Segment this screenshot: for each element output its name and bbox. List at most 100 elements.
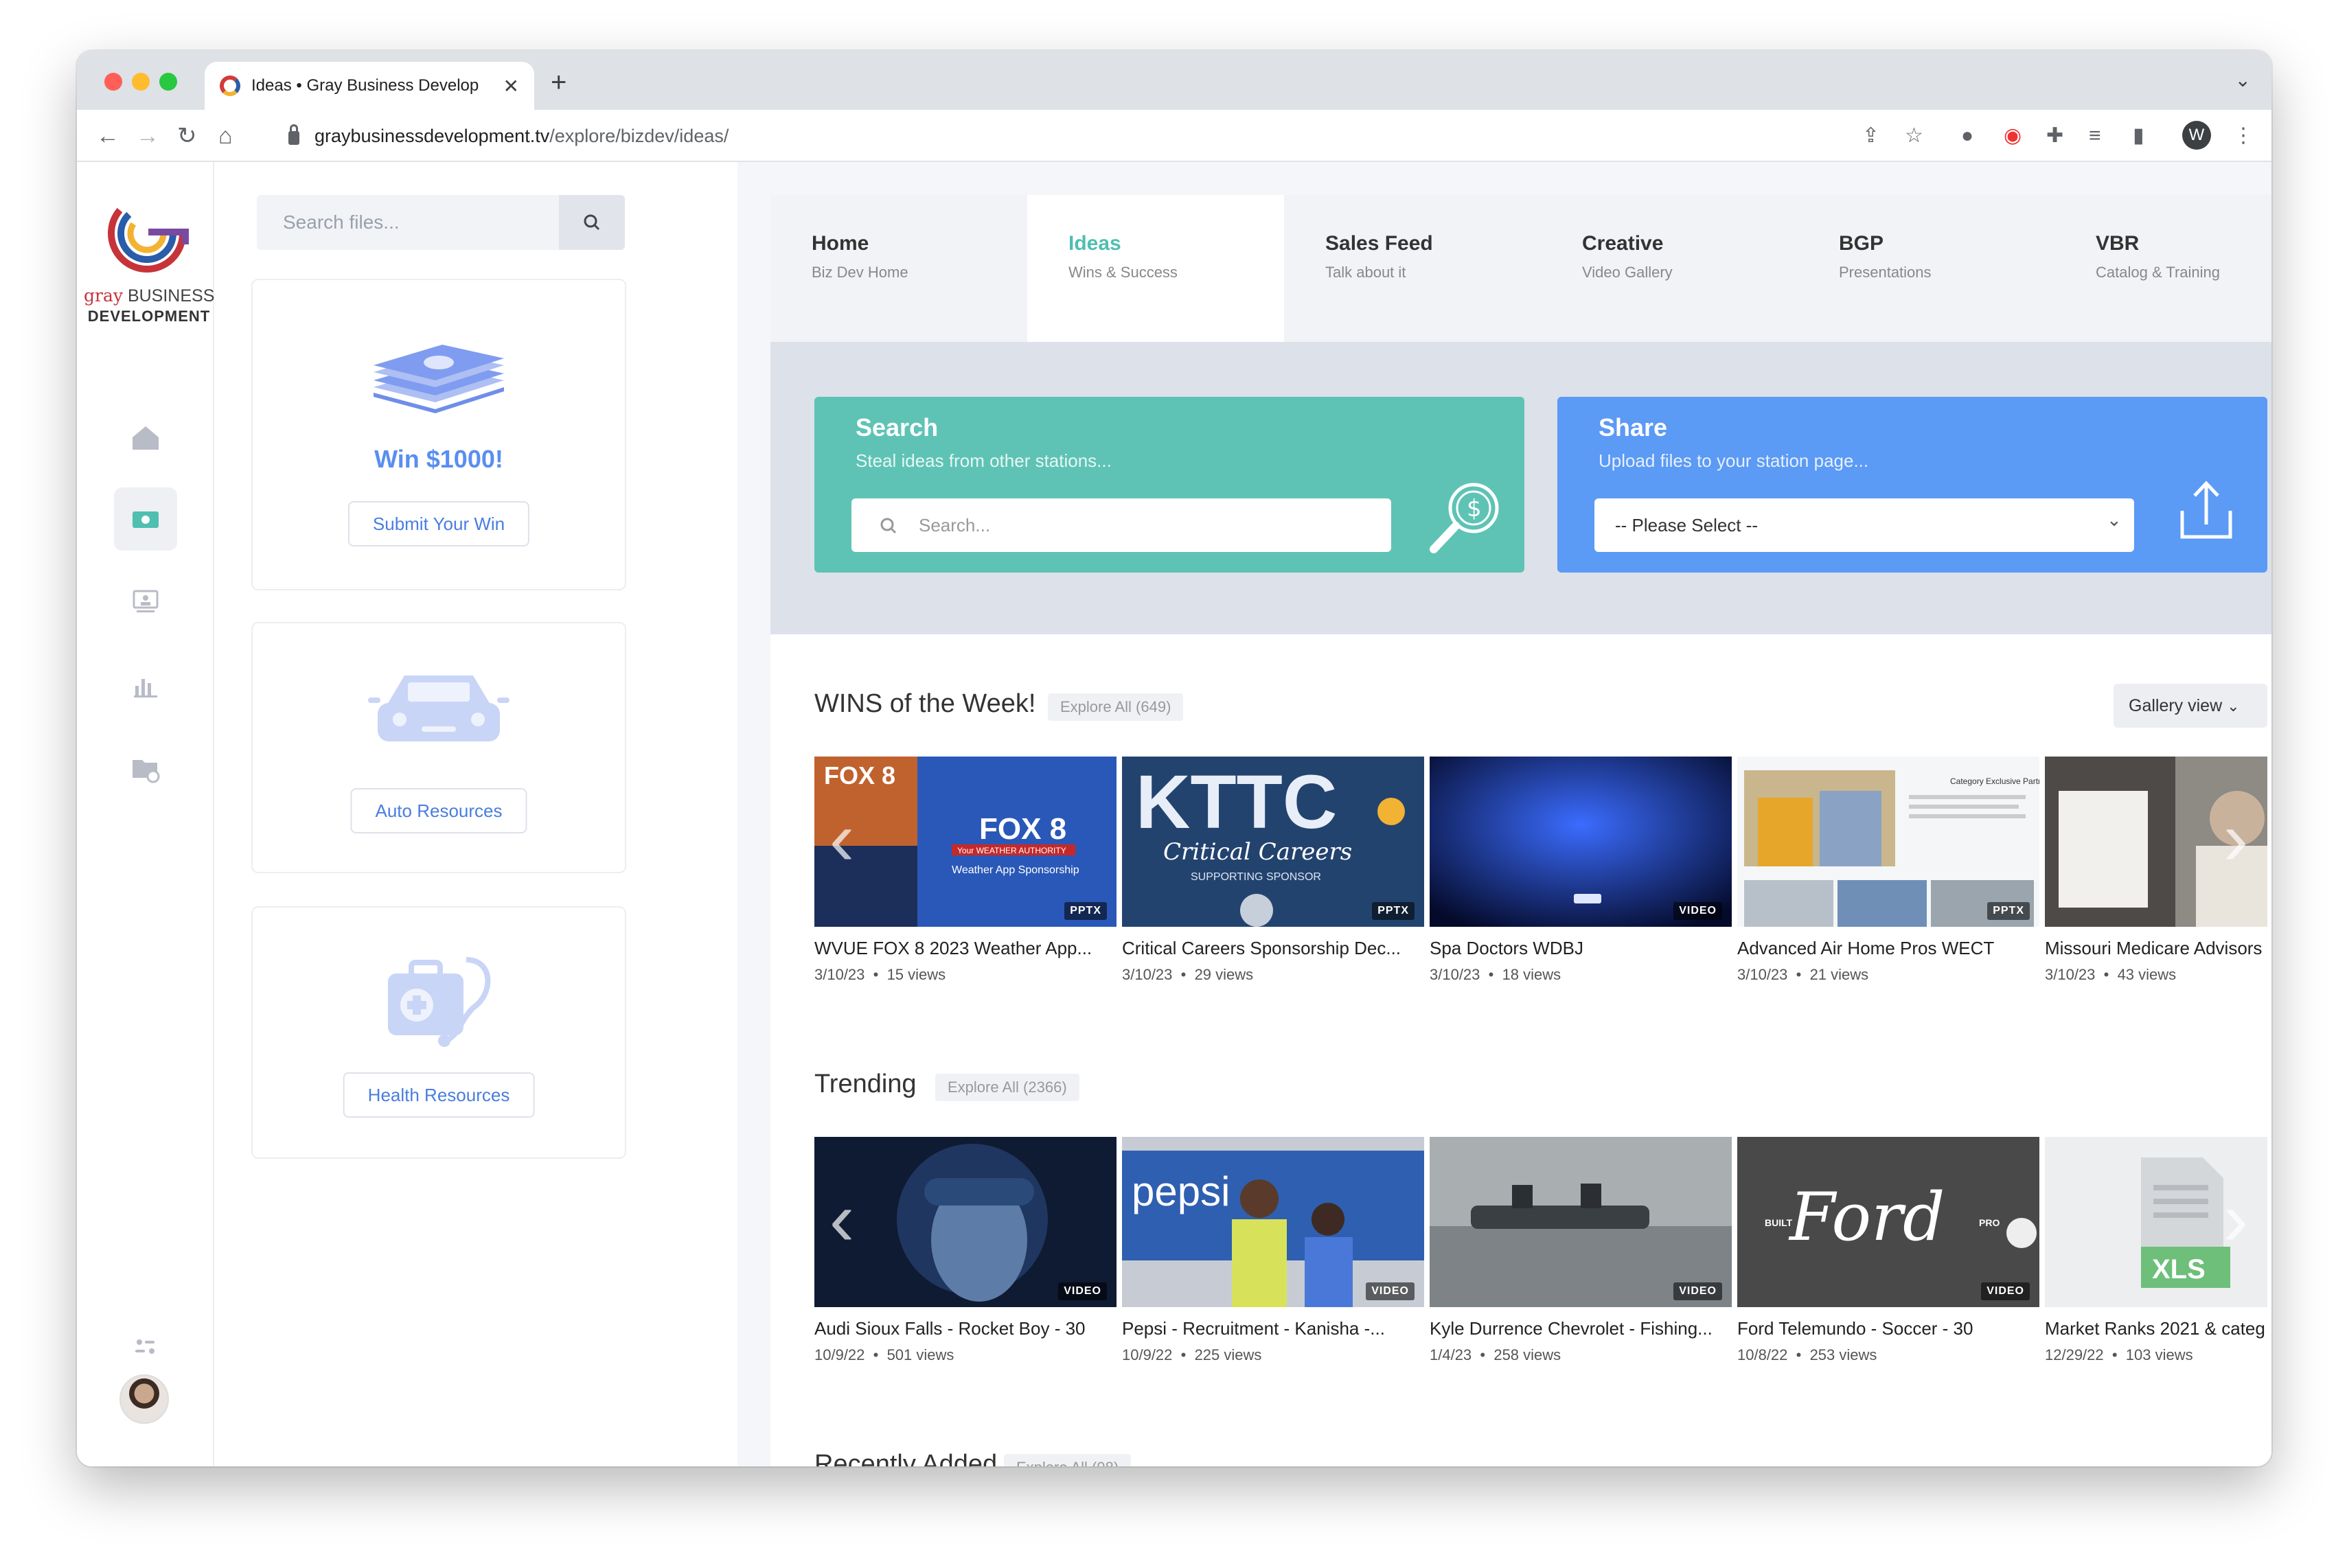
new-tab-button[interactable]: + [551,67,566,98]
tab-ideas[interactable]: Ideas Wins & Success [1027,195,1284,342]
trending-card[interactable]: VIDEO Kyle Durrence Chevrolet - Fishing.… [1430,1137,1732,1364]
tab-bgp[interactable]: BGP Presentations [1798,195,2054,342]
carousel-next-icon[interactable]: › [2215,1178,2256,1266]
minimize-window-button[interactable] [132,73,150,91]
item-views: 43 views [2117,966,2177,983]
search-icon [584,214,600,231]
share-icon[interactable]: ⇪ [1862,122,1879,150]
fox8-main-logo: FOX 8 [979,812,1066,846]
incognito-extension-icon[interactable]: ● [1961,122,1973,150]
wins-card[interactable]: VIDEO Spa Doctors WDBJ 3/10/23 • 18 view… [1430,757,1732,984]
item-views: 15 views [886,966,946,983]
share-panel-subtitle: Upload files to your station page... [1599,450,1869,471]
logo-word-gray: gray [84,286,123,305]
station-select[interactable]: -- Please Select -- [1594,498,2134,552]
chevron-down-icon: ⌄ [2107,509,2122,530]
recent-section-title: Recently Added [814,1450,998,1466]
forward-icon[interactable]: → [136,122,159,150]
ideas-search-input[interactable]: Search... [851,498,1391,552]
rail-presentation-button[interactable] [114,570,177,633]
trending-card[interactable]: pepsi VIDEO Pepsi - Recruitment - Kanish… [1122,1137,1424,1364]
trending-row: VIDEO Audi Sioux Falls - Rocket Boy - 30… [814,1137,2267,1384]
tab-vbr[interactable]: VBR Catalog & Training [2054,195,2271,342]
auto-resources-button[interactable]: Auto Resources [350,788,527,833]
user-avatar[interactable] [119,1374,169,1424]
wins-card[interactable]: Category Exclusive Partnership PPTX [1737,757,2039,984]
item-views: 103 views [2125,1346,2193,1363]
back-icon[interactable]: ← [96,122,119,150]
fox8-subtitle: Weather App Sponsorship [952,864,1079,876]
close-tab-icon[interactable]: ✕ [503,75,519,97]
home-icon[interactable]: ⌂ [218,122,233,150]
search-files-input[interactable]: Search files... [257,195,559,250]
carousel-prev-icon[interactable]: ‹ [821,798,862,886]
tab-sublabel: Wins & Success [1068,264,1178,281]
hero-section: Search Steal ideas from other stations..… [770,342,2271,634]
file-type-badge: VIDEO [1366,1282,1415,1300]
item-views: 225 views [1194,1346,1262,1363]
trending-explore-all-button[interactable]: Explore All (2366) [935,1074,1079,1101]
side-panel-icon[interactable]: ▮ [2133,122,2144,150]
gallery-view-dropdown[interactable]: Gallery view ⌄ [2114,684,2267,728]
item-date: 12/29/22 [2045,1346,2104,1363]
tab-label: Home [812,232,869,255]
section-tabs: Home Biz Dev Home Ideas Wins & Success Sal… [770,195,2271,342]
rail-folder-button[interactable] [114,737,177,800]
carousel-prev-icon[interactable]: ‹ [821,1178,862,1266]
menu-kebab-icon[interactable]: ⋮ [2233,122,2254,150]
item-date: 3/10/23 [1737,966,1788,983]
trending-item-title: Market Ranks 2021 & categ [2045,1318,2265,1339]
close-window-button[interactable] [104,73,122,91]
bookmark-star-icon[interactable]: ☆ [1905,122,1923,150]
rail-home-button[interactable] [114,406,177,470]
svg-text:$: $ [1467,495,1482,522]
maximize-window-button[interactable] [159,73,177,91]
gallery-view-label: Gallery view [2129,696,2223,715]
rail-settings-button[interactable] [114,1315,177,1379]
submit-win-button[interactable]: Submit Your Win [347,501,530,546]
tab-home[interactable]: Home Biz Dev Home [770,195,1027,342]
magnifier-dollar-icon: $ [1430,483,1499,553]
search-files-button[interactable] [559,195,625,250]
file-type-badge: PPTX [1987,902,2030,920]
rail-ideas-button[interactable] [114,487,177,551]
bar-chart-icon [134,679,157,697]
tab-creative[interactable]: Creative Video Gallery [1541,195,1798,342]
carousel-next-icon[interactable]: › [2215,798,2256,886]
profile-avatar[interactable]: W [2182,121,2211,150]
trending-thumbnail: Ford BUILT PRO VIDEO [1737,1137,2039,1307]
health-resources-button[interactable]: Health Resources [343,1072,535,1118]
gray-logo[interactable]: gray BUSINESS DEVELOPMENT [84,191,214,325]
logo-word-development: DEVELOPMENT [87,308,211,325]
browser-tab[interactable]: Ideas • Gray Business Develop ✕ [205,62,534,110]
fox8-tagline: Your WEATHER AUTHORITY [957,846,1066,855]
wins-explore-all-button[interactable]: Explore All (649) [1048,693,1184,721]
kttc-thumb-logo: KTTC [1136,760,1337,844]
reading-list-icon[interactable]: ≡ [2089,122,2101,150]
address-bar[interactable]: graybusinessdevelopment.tv/explore/bizde… [269,117,1986,155]
trending-card[interactable]: Ford BUILT PRO VIDEO Ford Telemundo - So… [1737,1137,2039,1364]
extensions-puzzle-icon[interactable]: ✚ [2046,122,2063,150]
trending-item-title: Ford Telemundo - Soccer - 30 [1737,1318,1973,1339]
rail-stats-button[interactable] [114,654,177,717]
upload-icon[interactable] [2175,476,2237,545]
reload-icon[interactable]: ↻ [177,122,197,150]
wins-card[interactable]: KTTC Critical Careers SUPPORTING SPONSOR… [1122,757,1424,984]
tab-list-chevron-icon[interactable]: ⌄ [2235,69,2251,91]
recent-explore-all-button[interactable]: Explore All (98) [1004,1454,1132,1466]
ford-built-text: BUILT [1765,1217,1793,1228]
favicon-icon [220,76,240,96]
item-date: 3/10/23 [814,966,865,983]
wins-item-title: Missouri Medicare Advisors [2045,938,2263,958]
url-path: /explore/bizdev/ideas/ [549,125,729,146]
record-extension-icon[interactable]: ◉ [2004,122,2022,150]
file-type-badge: VIDEO [1673,902,1722,920]
nav-rail: gray BUSINESS DEVELOPMENT [77,162,214,1466]
share-panel: Share Upload files to your station page.… [1557,397,2267,573]
share-panel-title: Share [1599,413,1668,441]
trending-thumbnail: pepsi VIDEO [1122,1137,1424,1307]
item-views: 21 views [1809,966,1869,983]
trending-item-title: Pepsi - Recruitment - Kanisha -... [1122,1318,1385,1339]
tab-sales-feed[interactable]: Sales Feed Talk about it [1284,195,1541,342]
item-date: 10/9/22 [814,1346,865,1363]
